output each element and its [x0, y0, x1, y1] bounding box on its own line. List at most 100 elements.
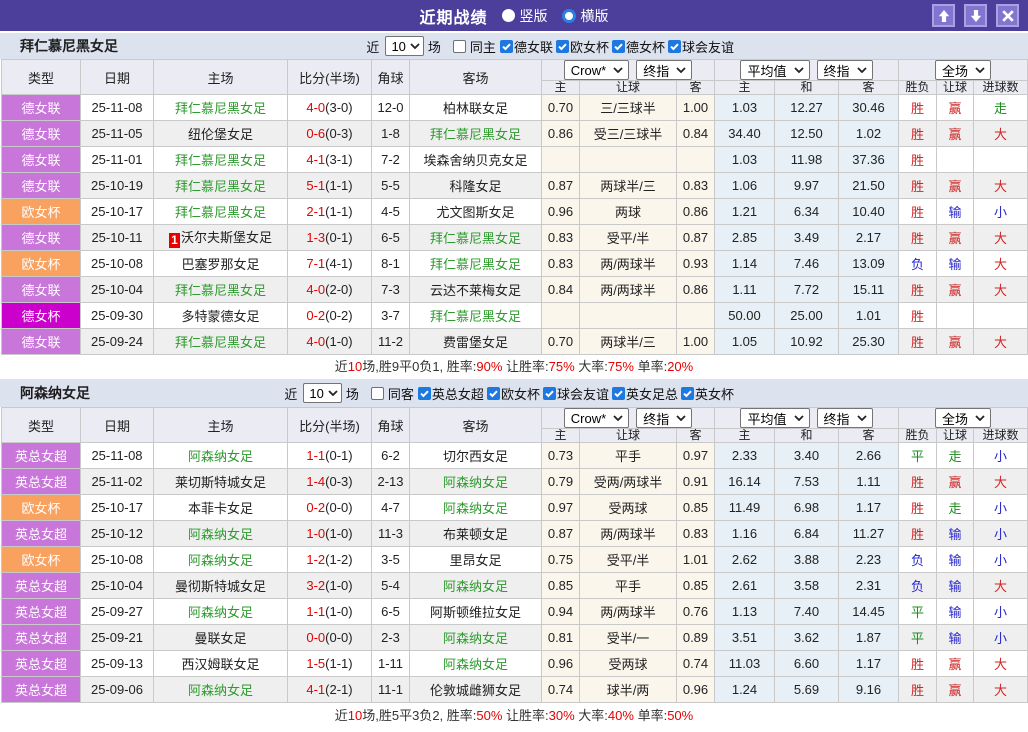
filter-bar: 近 10 场 同客 英总女超欧女杯球会友谊英女足总英女杯 — [280, 379, 734, 407]
match-row: 英总女超25-09-21曼联女足0-0(0-0)2-3阿森纳女足0.81受半/一… — [2, 625, 1028, 651]
match-type: 英总女超 — [2, 651, 81, 677]
page-title: 近期战绩 — [419, 4, 487, 28]
goals-result: 大 — [974, 173, 1028, 199]
avg-home: 1.21 — [715, 199, 775, 225]
average-time-select[interactable]: 终指 — [817, 408, 873, 428]
league-checkbox[interactable] — [500, 40, 513, 53]
match-type: 德女联 — [2, 173, 81, 199]
horizontal-radio-icon[interactable] — [562, 9, 576, 23]
match-type: 德女联 — [2, 225, 81, 251]
home-team-name: 阿森纳女足 — [188, 449, 253, 464]
col-header-result: 胜负 — [899, 429, 937, 443]
fulltime-score: 4-1 — [306, 682, 325, 697]
handicap-result: 输 — [937, 573, 974, 599]
match-count-select[interactable]: 10 — [385, 36, 423, 56]
same-away-label: 同客 — [388, 384, 414, 403]
corners: 6-2 — [372, 443, 410, 469]
avg-away: 2.31 — [839, 573, 899, 599]
league-filter-英总女超[interactable]: 英总女超 — [418, 384, 484, 403]
odds-away: 1.01 — [677, 547, 715, 573]
same-home-filter[interactable]: 同主 — [453, 37, 496, 56]
league-checkbox[interactable] — [487, 387, 500, 400]
league-filter-德女杯[interactable]: 德女杯 — [612, 37, 665, 56]
match-date: 25-10-08 — [81, 251, 154, 277]
filter-bar: 近 10 场 同主 德女联欧女杯德女杯球会友谊 — [362, 33, 734, 59]
halftime-score: (4-1) — [325, 256, 352, 271]
match-row: 德女联25-10-04拜仁慕尼黑女足4-0(2-0)7-3云达不莱梅女足0.84… — [2, 277, 1028, 303]
move-down-button[interactable] — [964, 4, 987, 27]
average-select[interactable]: 平均值 — [740, 408, 809, 428]
handicap-line: 两/两球半 — [580, 277, 677, 303]
score: 0-0(0-0) — [288, 625, 372, 651]
period-select[interactable]: 全场 — [935, 408, 991, 428]
avg-draw: 3.88 — [775, 547, 839, 573]
corners: 6-5 — [372, 599, 410, 625]
radio-horizontal-layout[interactable]: 横版 — [562, 6, 609, 26]
league-checkbox[interactable] — [556, 40, 569, 53]
league-checkbox[interactable] — [681, 387, 694, 400]
bookmaker-select[interactable]: Crow* — [564, 60, 629, 80]
league-filter-德女联[interactable]: 德女联 — [500, 37, 553, 56]
halftime-score: (3-0) — [325, 100, 352, 115]
league-checkbox[interactable] — [612, 387, 625, 400]
same-away-filter[interactable]: 同客 — [371, 384, 414, 403]
away-team-name: 切尔西女足 — [443, 449, 508, 464]
home-team-name: 拜仁慕尼黑女足 — [175, 153, 266, 168]
period-select[interactable]: 全场 — [935, 60, 991, 80]
result: 胜 — [899, 677, 937, 703]
handicap-time-select[interactable]: 终指 — [636, 408, 692, 428]
avg-draw: 6.98 — [775, 495, 839, 521]
league-checkbox[interactable] — [543, 387, 556, 400]
league-filter-英女足总[interactable]: 英女足总 — [612, 384, 678, 403]
average-select[interactable]: 平均值 — [740, 60, 809, 80]
away-team: 柏林联女足 — [410, 95, 542, 121]
odds-home: 0.94 — [542, 599, 580, 625]
avg-draw: 9.97 — [775, 173, 839, 199]
league-filter-球会友谊[interactable]: 球会友谊 — [543, 384, 609, 403]
away-team-name: 里昂女足 — [449, 553, 501, 568]
home-team-name: 本菲卡女足 — [188, 501, 253, 516]
radio-vertical-layout[interactable]: 竖版 — [502, 6, 548, 26]
corners: 1-11 — [372, 651, 410, 677]
odds-away: 0.87 — [677, 225, 715, 251]
result: 胜 — [899, 469, 937, 495]
col-header-handicap-result: 让球 — [937, 81, 974, 95]
average-time-select[interactable]: 终指 — [817, 60, 873, 80]
odds-home: 0.70 — [542, 329, 580, 355]
result: 平 — [899, 625, 937, 651]
league-checkbox[interactable] — [668, 40, 681, 53]
avg-home: 11.49 — [715, 495, 775, 521]
same-away-checkbox[interactable] — [371, 387, 384, 400]
handicap-time-select[interactable]: 终指 — [636, 60, 692, 80]
match-count-select[interactable]: 10 — [303, 383, 341, 403]
handicap-line: 两/两球半 — [580, 521, 677, 547]
home-team-name: 拜仁慕尼黑女足 — [175, 101, 266, 116]
odds-away — [677, 147, 715, 173]
league-checkbox[interactable] — [612, 40, 625, 53]
league-filter-球会友谊[interactable]: 球会友谊 — [668, 37, 734, 56]
summary-label: 让胜率: — [502, 359, 548, 374]
avg-away: 2.17 — [839, 225, 899, 251]
same-home-checkbox[interactable] — [453, 40, 466, 53]
match-row: 英总女超25-09-27阿森纳女足1-1(1-0)6-5阿斯顿维拉女足0.94两… — [2, 599, 1028, 625]
handicap-result: 赢 — [937, 121, 974, 147]
fulltime-score: 4-0 — [306, 334, 325, 349]
vertical-radio-icon[interactable] — [502, 9, 515, 22]
avg-home: 3.51 — [715, 625, 775, 651]
close-button[interactable] — [996, 4, 1019, 27]
home-team: 西汉姆联女足 — [154, 651, 288, 677]
move-up-button[interactable] — [932, 4, 955, 27]
odds-away: 0.96 — [677, 677, 715, 703]
league-filter-欧女杯[interactable]: 欧女杯 — [487, 384, 540, 403]
league-filter-英女杯[interactable]: 英女杯 — [681, 384, 734, 403]
handicap-line: 两球 — [580, 199, 677, 225]
goals-result: 走 — [974, 95, 1028, 121]
avg-draw: 12.27 — [775, 95, 839, 121]
section-arsenal: 阿森纳女足 近 10 场 同客 英总女超欧女杯球会友谊英女足总英女杯 类型 — [0, 379, 1028, 732]
result-group-header: 全场 — [899, 60, 1028, 81]
avg-home: 11.03 — [715, 651, 775, 677]
league-filter-欧女杯[interactable]: 欧女杯 — [556, 37, 609, 56]
bookmaker-select[interactable]: Crow* — [564, 408, 629, 428]
goals-result — [974, 303, 1028, 329]
league-checkbox[interactable] — [418, 387, 431, 400]
